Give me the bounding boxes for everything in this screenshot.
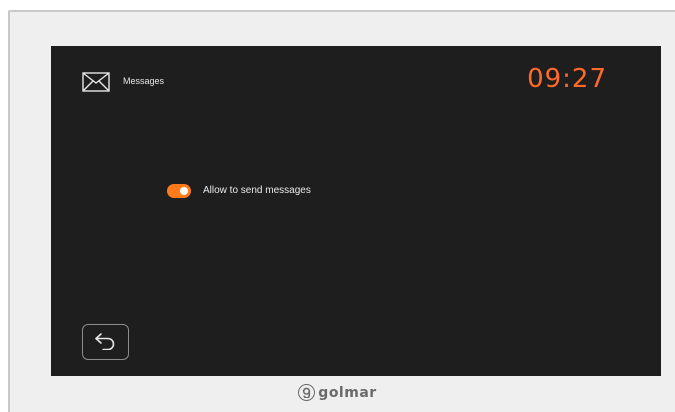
allow-messages-label: Allow to send messages	[203, 185, 311, 196]
envelope-icon	[82, 72, 110, 92]
golmar-logo-icon	[298, 384, 316, 401]
brand-name: golmar	[318, 384, 377, 401]
clock: 09:27	[527, 64, 607, 94]
allow-messages-toggle[interactable]	[167, 184, 191, 198]
brand-logo: golmar	[0, 384, 675, 401]
back-arrow-icon	[93, 330, 119, 355]
screen: Messages 09:27 Allow to send messages	[51, 46, 661, 376]
back-button[interactable]	[82, 324, 129, 360]
page-title: Messages	[123, 76, 165, 86]
toggle-knob	[180, 187, 188, 195]
